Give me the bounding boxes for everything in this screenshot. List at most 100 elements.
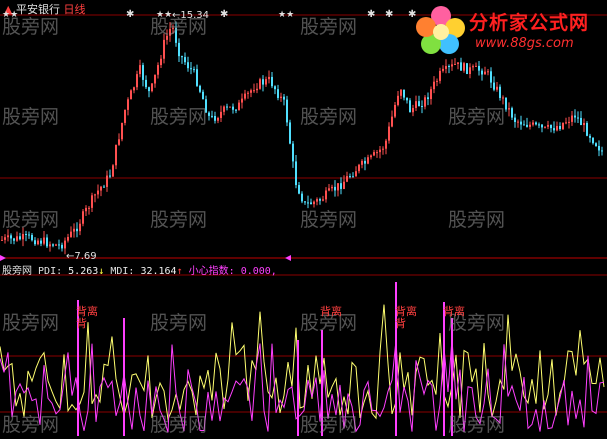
candle-body xyxy=(505,97,507,110)
candle-body xyxy=(502,97,504,99)
watermark: 股旁网 xyxy=(150,414,208,436)
watermark: 股旁网 xyxy=(2,414,60,436)
candle-body xyxy=(472,66,474,68)
candle-body xyxy=(418,101,420,107)
candle-body xyxy=(376,152,378,154)
candle-body xyxy=(271,76,273,87)
candle-body xyxy=(118,139,120,145)
candle-body xyxy=(196,69,198,86)
candle-body xyxy=(598,145,600,151)
candle-body xyxy=(295,161,297,186)
candle-body xyxy=(571,115,573,122)
flower-logo-icon xyxy=(416,6,465,54)
candle-body xyxy=(244,93,246,99)
candle-body xyxy=(589,135,591,138)
candle-body xyxy=(424,97,426,107)
candle-body xyxy=(160,58,162,66)
candle-body xyxy=(115,144,117,166)
candle-body xyxy=(37,240,39,245)
candle-body xyxy=(475,65,477,67)
candle-body xyxy=(193,69,195,71)
candle-body xyxy=(382,148,384,150)
signal-star: ✱ xyxy=(385,9,394,20)
candle-body xyxy=(460,62,462,71)
candle-body xyxy=(232,106,234,110)
candle-body xyxy=(121,122,123,140)
watermark: 股旁网 xyxy=(448,414,506,436)
candle-body xyxy=(25,234,27,236)
watermark: 股旁网 xyxy=(150,312,208,334)
candle-body xyxy=(379,149,381,153)
stock-name[interactable]: 平安银行 xyxy=(16,3,60,16)
candle-body xyxy=(325,190,327,200)
candle-body xyxy=(64,240,66,249)
panel-marker-left xyxy=(0,255,6,261)
candle-body xyxy=(421,106,423,108)
candle-body xyxy=(304,201,306,203)
candle-body xyxy=(352,176,354,178)
candle-body xyxy=(469,67,471,74)
candle-body xyxy=(493,82,495,90)
xx-index-label: 小心指数: xyxy=(188,266,235,277)
candle-body xyxy=(79,223,81,232)
candle-body xyxy=(67,236,69,241)
candle-body xyxy=(58,244,60,246)
candle-body xyxy=(337,183,339,191)
candle-body xyxy=(73,228,75,232)
watermark: 股旁网 xyxy=(2,312,60,334)
candle-body xyxy=(550,124,552,129)
candle-body xyxy=(553,128,555,131)
divergence-signal: 背离 背 xyxy=(76,305,98,330)
candle-body xyxy=(340,183,342,189)
candle-body xyxy=(439,70,441,81)
candle-body xyxy=(202,91,204,100)
candle-body xyxy=(400,89,402,96)
high-price-value: 15.34 xyxy=(180,10,210,21)
candle-body xyxy=(370,155,372,158)
candle-body xyxy=(535,122,537,125)
candle-body xyxy=(580,117,582,126)
candle-body xyxy=(445,66,447,69)
candle-body xyxy=(349,176,351,178)
signal-star: ✱ xyxy=(367,9,376,20)
candle-body xyxy=(148,87,150,92)
watermark: 股旁网 xyxy=(448,106,506,128)
candle-body xyxy=(235,109,237,111)
candle-body xyxy=(427,97,429,100)
candle-body xyxy=(4,237,6,240)
candle-body xyxy=(343,181,345,189)
candle-body xyxy=(358,164,360,172)
candle-body xyxy=(367,157,369,164)
candle-body xyxy=(583,122,585,126)
candle-body xyxy=(334,186,336,191)
candle-body xyxy=(319,199,321,201)
candle-body xyxy=(478,65,480,71)
candle-body xyxy=(541,124,543,128)
candle-body xyxy=(601,150,603,152)
candle-body xyxy=(253,90,255,92)
period-label[interactable]: 日线 xyxy=(63,3,85,16)
candle-body xyxy=(130,90,132,100)
candle-body xyxy=(145,79,147,88)
candle-body xyxy=(274,86,276,90)
candle-body xyxy=(268,76,270,80)
candle-body xyxy=(139,65,141,75)
candle-body xyxy=(46,237,48,247)
candle-body xyxy=(16,236,18,241)
watermark: 股旁网 xyxy=(300,209,358,231)
site-logo[interactable]: 分析家公式网 www.88gs.com xyxy=(413,2,603,58)
candle-body xyxy=(463,63,465,71)
candle-body xyxy=(556,126,558,131)
candle-body xyxy=(442,68,444,71)
candle-body xyxy=(133,87,135,91)
candle-body xyxy=(412,107,414,113)
divergence-signal: 背离 xyxy=(443,305,465,318)
down-arrow-icon: ↓ xyxy=(98,266,105,277)
high-price-label: ←15.34 xyxy=(172,10,210,21)
candle-body xyxy=(190,68,192,70)
candle-body xyxy=(250,90,252,93)
candle-body xyxy=(574,115,576,118)
candle-body xyxy=(565,122,567,124)
candle-body xyxy=(52,244,54,246)
candle-body xyxy=(49,244,51,247)
